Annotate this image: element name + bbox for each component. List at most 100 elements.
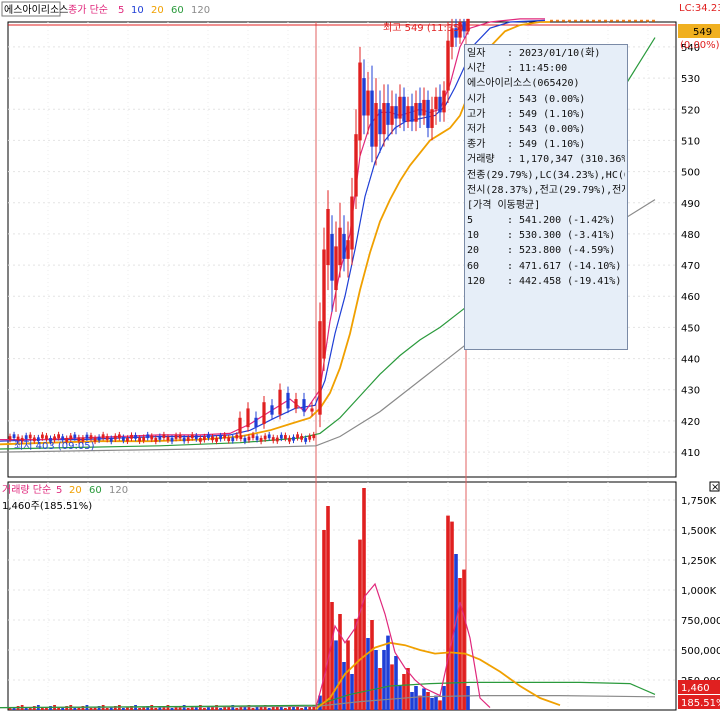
candle-body: [300, 435, 303, 440]
tooltip-separator: :: [507, 260, 514, 272]
volume-legend-20[interactable]: 20: [69, 485, 82, 496]
volume-bar: [422, 688, 426, 710]
ma-legend-60[interactable]: 60: [171, 5, 184, 16]
volume-bar: [219, 708, 222, 710]
candle-body: [45, 435, 48, 440]
candle-body: [366, 90, 370, 116]
volume-bar: [406, 668, 410, 710]
volume-tick-label: 500,000: [681, 646, 720, 657]
candle-body: [330, 233, 334, 281]
volume-bar: [450, 521, 454, 710]
tooltip-key: 120: [467, 275, 486, 287]
volume-tick-label: 1,000K: [681, 586, 717, 597]
tooltip-value: 전종(29.79%),LC(34.23%),HC(0.00%): [467, 169, 625, 181]
candle-body: [194, 435, 198, 440]
tooltip-separator: :: [507, 245, 514, 257]
ma-legend-label: 종가 단순: [68, 4, 108, 16]
close-icon[interactable]: ×: [711, 482, 719, 493]
ma-legend-5[interactable]: 5: [118, 5, 124, 16]
volume-bar: [8, 708, 12, 710]
candle-body: [466, 18, 470, 32]
candle-body: [190, 434, 194, 439]
candle-body: [235, 434, 239, 439]
tooltip-separator: :: [507, 154, 514, 166]
candle-body: [254, 417, 258, 428]
candle-body: [158, 436, 162, 440]
pct-label: (0.00%): [680, 40, 720, 51]
tooltip-row: 시간:11:45:00: [467, 61, 625, 76]
last-volume-value: 1,460: [681, 683, 710, 694]
candle-body: [142, 436, 146, 441]
tooltip-row: 전시(28.37%),전고(29.79%),전저(28.37%): [467, 183, 625, 198]
price-tick-label: 480: [681, 230, 700, 241]
volume-bar: [410, 692, 414, 710]
volume-bar: [138, 708, 141, 710]
volume-bar: [414, 686, 418, 710]
volume-bar: [105, 708, 109, 710]
candle-body: [162, 434, 166, 439]
candle-body: [430, 109, 434, 128]
data-tooltip: 일자:2023/01/10(화) 시간:11:45:00 에스아이리소스(06542…: [464, 44, 628, 350]
ma-legend-120[interactable]: 120: [191, 5, 210, 16]
candle-body: [292, 436, 295, 441]
candle-body: [418, 103, 422, 116]
price-tick-label: 420: [681, 417, 700, 428]
candle-body: [85, 434, 89, 439]
candle-body: [57, 434, 60, 439]
ma-legend-10[interactable]: 10: [131, 5, 144, 16]
candle-body: [113, 435, 117, 440]
volume-bar: [207, 707, 210, 710]
candle-body: [334, 246, 338, 291]
candle-body: [170, 437, 174, 442]
tooltip-value: 1,170,347 (310.36%): [519, 154, 625, 166]
volume-bar: [350, 674, 354, 710]
candle-body: [146, 434, 150, 439]
volume-bar: [41, 708, 44, 710]
tooltip-row: 일자:2023/01/10(화): [467, 46, 625, 61]
candle-body: [318, 321, 322, 415]
tooltip-separator: :: [507, 139, 514, 151]
candle-body: [402, 96, 406, 122]
volume-bar: [338, 614, 342, 710]
candle-body: [117, 434, 121, 439]
volume-plot-area[interactable]: [7, 481, 677, 711]
volume-legend-60[interactable]: 60: [89, 485, 102, 496]
tooltip-row: 종가:549 (1.10%): [467, 137, 625, 152]
candle-body: [16, 436, 20, 441]
volume-bar: [267, 708, 271, 710]
tooltip-value: 471.617 (-14.10%): [519, 260, 622, 272]
volume-bar: [203, 708, 206, 710]
volume-legend-120[interactable]: 120: [109, 485, 128, 496]
tooltip-key: 일자: [467, 48, 486, 59]
volume-bar: [271, 707, 275, 710]
candle-body: [358, 62, 362, 141]
volume-bar: [446, 515, 450, 710]
candle-body: [89, 435, 93, 439]
tooltip-value: 523.800 (-4.59%): [519, 245, 616, 257]
volume-bar: [57, 708, 60, 710]
candle-body: [446, 40, 450, 91]
price-tick-label: 440: [681, 355, 700, 366]
volume-bar: [402, 674, 406, 710]
volume-bar: [458, 578, 462, 710]
candle-body: [154, 438, 158, 442]
volume-bar: [73, 708, 77, 710]
volume-bar: [378, 668, 382, 710]
candle-body: [219, 435, 222, 440]
volume-tick-label: 1,250K: [681, 556, 717, 567]
volume-bar: [382, 650, 386, 710]
volume-bar: [442, 686, 446, 710]
ma-legend-20[interactable]: 20: [151, 5, 164, 16]
volume-bar: [251, 708, 255, 710]
candle-body: [304, 438, 308, 442]
candle-body: [166, 436, 170, 441]
price-tick-label: 450: [681, 323, 700, 334]
candle-body: [215, 437, 218, 442]
volume-bar: [304, 707, 308, 710]
candle-body: [414, 103, 418, 122]
candle-body: [174, 435, 178, 439]
volume-legend-5[interactable]: 5: [56, 485, 62, 496]
tooltip-value: 543 (0.00%): [519, 93, 586, 105]
candle-body: [41, 434, 44, 439]
volume-bar: [454, 554, 458, 710]
